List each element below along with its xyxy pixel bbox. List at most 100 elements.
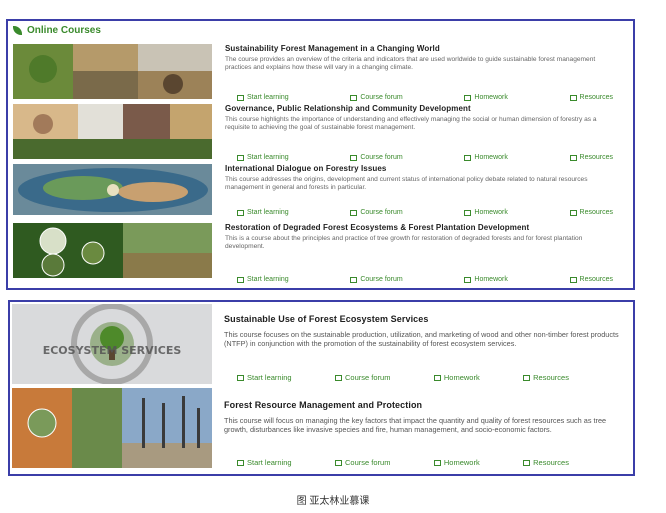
homework-icon [464, 276, 472, 283]
ecosystem-services-label: ECOSYSTEM SERVICES [43, 344, 182, 357]
course-title[interactable]: Restoration of Degraded Forest Ecosystem… [225, 223, 623, 233]
homework-icon [433, 374, 441, 381]
chat-icon [350, 276, 358, 283]
link-label: Start learning [247, 154, 289, 161]
course-thumbnail[interactable] [13, 223, 212, 278]
thumbnail-image: ECOSYSTEM SERVICES [12, 304, 212, 384]
homework-link[interactable]: Homework [464, 154, 508, 161]
course-info: Forest Resource Management and Protectio… [224, 400, 623, 434]
courses-panel-2: ECOSYSTEM SERVICES Sustainable Use of Fo… [8, 300, 635, 476]
course-card: Forest Resource Management and Protectio… [10, 388, 633, 474]
start-learning-link[interactable]: Start learning [237, 209, 289, 216]
course-links: Start learning Course forum Homework Res… [237, 458, 569, 467]
course-forum-link[interactable]: Course forum [350, 94, 403, 101]
course-card: ECOSYSTEM SERVICES Sustainable Use of Fo… [10, 304, 633, 388]
resources-link[interactable]: Resources [569, 154, 613, 161]
resources-icon [523, 374, 531, 381]
course-card: Governance, Public Relationship and Comm… [8, 104, 633, 164]
resources-icon [569, 276, 577, 283]
link-label: Homework [474, 276, 508, 283]
course-links: Start learning Course forum Homework Res… [237, 209, 613, 216]
panel-header: Online Courses [8, 21, 633, 40]
resources-link[interactable]: Resources [569, 209, 613, 216]
link-label: Homework [443, 458, 480, 467]
link-label: Course forum [345, 458, 391, 467]
course-forum-link[interactable]: Course forum [335, 458, 390, 467]
link-label: Start learning [247, 94, 289, 101]
course-description: The course provides an overview of the c… [225, 56, 596, 71]
course-info: International Dialogue on Forestry Issue… [225, 164, 623, 192]
link-label: Course forum [360, 154, 403, 161]
link-label: Homework [474, 209, 508, 216]
resources-icon [569, 154, 577, 161]
course-thumbnail[interactable] [13, 44, 212, 99]
link-label: Homework [474, 154, 508, 161]
resources-icon [523, 459, 531, 466]
course-title[interactable]: Forest Resource Management and Protectio… [224, 400, 623, 411]
course-forum-link[interactable]: Course forum [335, 373, 390, 382]
edit-icon [237, 374, 244, 381]
course-title[interactable]: International Dialogue on Forestry Issue… [225, 164, 623, 174]
homework-link[interactable]: Homework [433, 373, 480, 382]
start-learning-link[interactable]: Start learning [237, 276, 289, 283]
course-links: Start learning Course forum Homework Res… [237, 276, 613, 283]
thumbnail-image [13, 223, 212, 278]
course-thumbnail[interactable]: ECOSYSTEM SERVICES [12, 304, 212, 384]
homework-icon [464, 209, 472, 216]
link-label: Course forum [360, 209, 403, 216]
thumbnail-image [12, 388, 212, 468]
homework-link[interactable]: Homework [464, 276, 508, 283]
link-label: Resources [579, 209, 613, 216]
course-title[interactable]: Sustainable Use of Forest Ecosystem Serv… [224, 314, 623, 325]
course-title[interactable]: Sustainability Forest Management in a Ch… [225, 44, 623, 54]
edit-icon [237, 276, 244, 283]
course-forum-link[interactable]: Course forum [350, 276, 403, 283]
course-links: Start learning Course forum Homework Res… [237, 154, 613, 161]
course-thumbnail[interactable] [13, 164, 212, 215]
course-thumbnail[interactable] [13, 104, 212, 159]
resources-link[interactable]: Resources [569, 276, 613, 283]
start-learning-link[interactable]: Start learning [237, 94, 289, 101]
homework-link[interactable]: Homework [464, 209, 508, 216]
course-card: Sustainability Forest Management in a Ch… [8, 44, 633, 104]
course-thumbnail[interactable] [12, 388, 212, 468]
course-links: Start learning Course forum Homework Res… [237, 373, 569, 382]
link-label: Start learning [247, 373, 292, 382]
course-info: Sustainability Forest Management in a Ch… [225, 44, 623, 72]
resources-icon [569, 94, 577, 101]
start-learning-link[interactable]: Start learning [237, 154, 289, 161]
leaf-icon [13, 26, 22, 35]
homework-icon [464, 154, 472, 161]
chat-icon [335, 459, 343, 466]
resources-link[interactable]: Resources [569, 94, 613, 101]
start-learning-link[interactable]: Start learning [237, 373, 292, 382]
homework-link[interactable]: Homework [464, 94, 508, 101]
link-label: Start learning [247, 276, 289, 283]
course-description: This course focuses on the sustainable p… [224, 330, 619, 348]
link-label: Resources [579, 276, 613, 283]
link-label: Course forum [360, 94, 403, 101]
figure-caption: 图 亚太林业慕课 [296, 496, 370, 507]
resources-link[interactable]: Resources [523, 458, 569, 467]
start-learning-link[interactable]: Start learning [237, 458, 292, 467]
thumbnail-image [13, 164, 212, 215]
course-description: This course will focus on managing the k… [224, 416, 607, 434]
homework-icon [464, 94, 472, 101]
course-forum-link[interactable]: Course forum [350, 209, 403, 216]
course-card: International Dialogue on Forestry Issue… [8, 164, 633, 219]
course-title[interactable]: Governance, Public Relationship and Comm… [225, 104, 623, 114]
course-forum-link[interactable]: Course forum [350, 154, 403, 161]
chat-icon [350, 154, 358, 161]
course-description: This course highlights the importance of… [225, 116, 597, 131]
homework-link[interactable]: Homework [433, 458, 480, 467]
course-info: Sustainable Use of Forest Ecosystem Serv… [224, 314, 623, 348]
resources-link[interactable]: Resources [523, 373, 569, 382]
link-label: Resources [533, 458, 569, 467]
course-description: This is a course about the principles an… [225, 235, 583, 250]
online-courses-panel: Online Courses Sustainability Forest Man… [6, 19, 635, 290]
edit-icon [237, 94, 244, 101]
link-label: Resources [579, 154, 613, 161]
link-label: Start learning [247, 209, 289, 216]
link-label: Resources [579, 94, 613, 101]
chat-icon [335, 374, 343, 381]
